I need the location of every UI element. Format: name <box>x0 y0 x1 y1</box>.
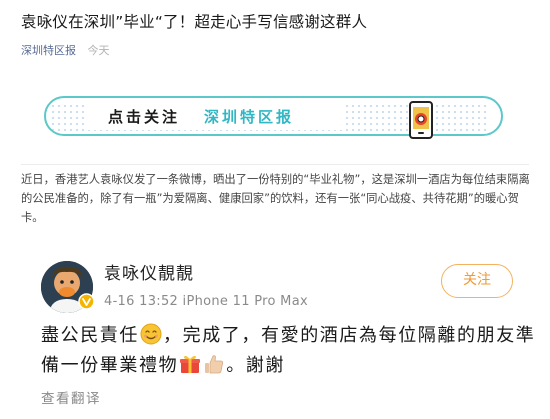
smile-emoji-icon <box>140 323 162 345</box>
verified-badge-icon <box>78 293 95 310</box>
weibo-post-text: 盡公民責任 ，完成了，有愛的酒店為每位隔離的朋友準備一份畢業禮物 。謝謝 <box>41 321 536 381</box>
intro-paragraph: 近日，香港艺人袁咏仪发了一条微博，晒出了一份特别的“毕业礼物”，这是深圳一酒店为… <box>21 173 530 224</box>
banner-pill: 点击关注 深圳特区报 <box>44 96 503 136</box>
article-title: 袁咏仪在深圳”毕业“了！超走心手写信感谢这群人 <box>21 13 368 31</box>
banner-prefix: 点击关注 <box>108 108 181 126</box>
follow-banner[interactable]: 点击关注 深圳特区报 <box>44 96 503 139</box>
view-translation-link[interactable]: 查看翻译 <box>41 389 101 409</box>
gift-emoji-icon <box>180 355 201 373</box>
phone-icon <box>409 101 433 139</box>
weibo-post-meta: 4-16 13:52 iPhone 11 Pro Max <box>104 294 308 309</box>
post-text-part1: 盡公民責任 <box>41 325 139 346</box>
section-divider <box>21 164 529 165</box>
thumbs-up-emoji-icon <box>205 355 224 374</box>
banner-account-name: 深圳特区报 <box>204 108 295 126</box>
article-meta: 深圳特区报 今天 <box>21 44 110 58</box>
article-time: 今天 <box>87 44 110 57</box>
post-text-part3: 。謝謝 <box>226 355 286 376</box>
article-source-link[interactable]: 深圳特区报 <box>21 44 76 57</box>
weibo-username[interactable]: 袁咏仪靚靚 <box>104 262 194 286</box>
follow-button[interactable]: 关注 <box>441 264 513 298</box>
